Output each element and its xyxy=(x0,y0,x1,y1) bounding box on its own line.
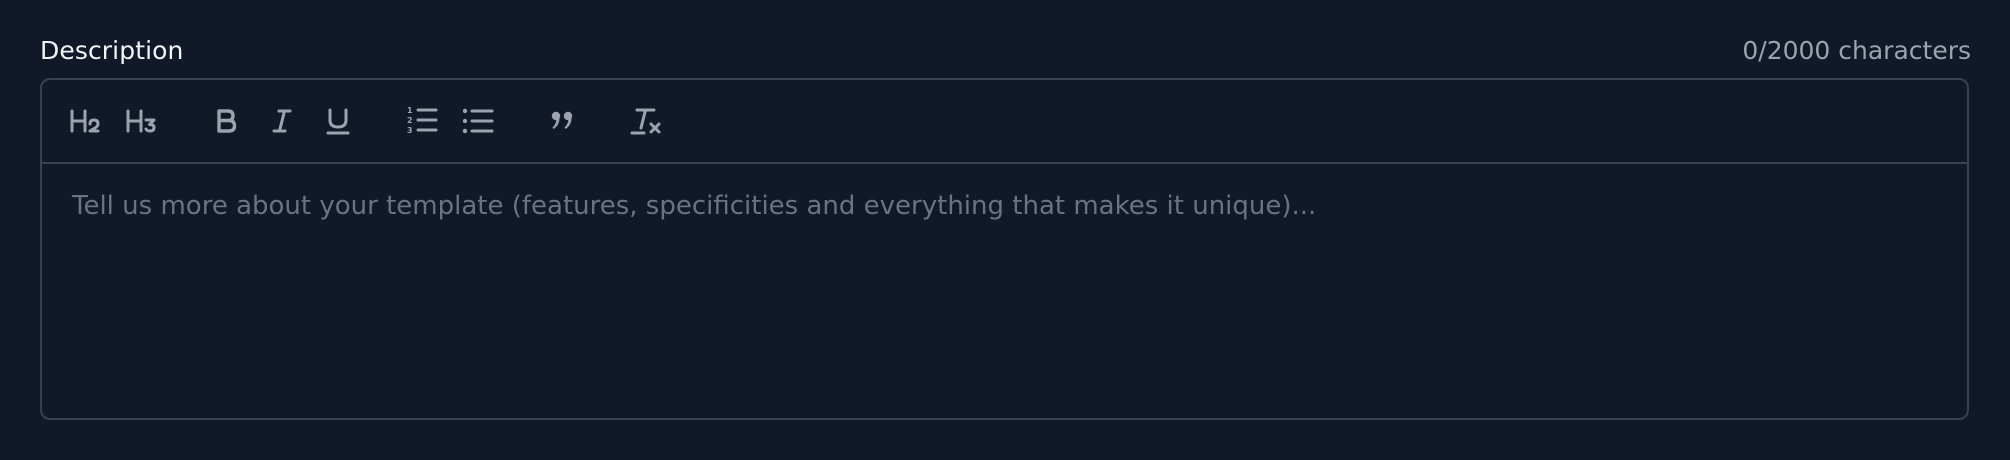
ordered-list-button[interactable]: 1 2 3 xyxy=(402,101,442,141)
blockquote-button[interactable] xyxy=(542,101,582,141)
bold-icon xyxy=(217,109,237,133)
quote-icon xyxy=(551,111,573,129)
bullet-list-icon xyxy=(462,108,494,134)
bullet-list-button[interactable] xyxy=(458,101,498,141)
heading-3-icon xyxy=(126,109,156,133)
description-label: Description xyxy=(40,35,184,65)
bold-button[interactable] xyxy=(206,101,246,141)
clear-format-icon xyxy=(630,108,661,135)
underline-icon xyxy=(326,108,350,135)
heading-2-button[interactable] xyxy=(66,101,106,141)
editor-content-area[interactable]: Tell us more about your template (featur… xyxy=(42,164,1967,418)
svg-text:3: 3 xyxy=(407,126,413,135)
editor-placeholder: Tell us more about your template (featur… xyxy=(72,191,1317,221)
rich-text-editor: 1 2 3 Tell us more about your template (… xyxy=(40,78,1969,420)
svg-text:1: 1 xyxy=(407,106,413,115)
italic-button[interactable] xyxy=(262,101,302,141)
heading-2-icon xyxy=(70,109,100,133)
editor-toolbar: 1 2 3 xyxy=(42,80,1967,164)
underline-button[interactable] xyxy=(318,101,358,141)
clear-formatting-button[interactable] xyxy=(626,101,666,141)
svg-text:2: 2 xyxy=(407,116,413,125)
description-field: Description 0/2000 characters 1 2 3 Tell… xyxy=(40,30,1971,420)
italic-icon xyxy=(272,109,292,133)
character-counter: 0/2000 characters xyxy=(1742,35,1971,65)
ordered-list-icon: 1 2 3 xyxy=(407,106,438,135)
field-header: Description 0/2000 characters xyxy=(40,30,1971,70)
heading-3-button[interactable] xyxy=(122,101,162,141)
